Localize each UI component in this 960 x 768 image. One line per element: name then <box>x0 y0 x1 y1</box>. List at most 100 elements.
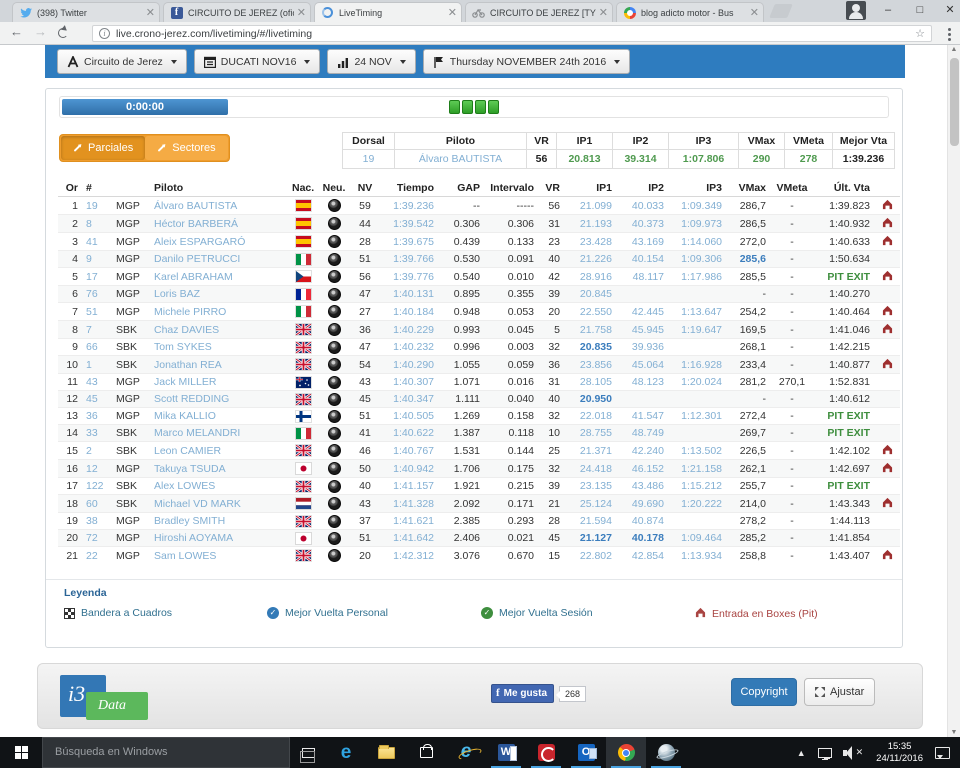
copyright-button[interactable]: Copyright <box>731 678 797 706</box>
cell-pilot[interactable]: Michele PIRRO <box>150 303 288 321</box>
cell-num[interactable]: 1 <box>82 356 112 374</box>
cell-num[interactable]: 76 <box>82 286 112 303</box>
tray-expand-icon[interactable]: ▲ <box>790 748 812 758</box>
browser-tab[interactable]: CIRCUITO DE JEREZ [TYP✕ <box>465 2 613 22</box>
tab-close-icon[interactable]: ✕ <box>297 6 306 19</box>
browser-tab[interactable]: LiveTiming✕ <box>314 2 462 22</box>
cell-vmeta: - <box>770 197 814 215</box>
forward-icon[interactable]: → <box>34 24 47 39</box>
taskbar-app-store[interactable] <box>406 737 446 768</box>
tab-close-icon[interactable]: ✕ <box>750 6 759 19</box>
cell-num[interactable]: 51 <box>82 303 112 321</box>
network-icon[interactable] <box>818 748 832 758</box>
cell-num[interactable]: 8 <box>82 215 112 233</box>
cell-num[interactable]: 66 <box>82 339 112 356</box>
reload-icon[interactable] <box>58 28 68 38</box>
cell-pilot[interactable]: Leon CAMIER <box>150 442 288 460</box>
volume-muted-icon[interactable]: ✕ <box>843 746 863 760</box>
info-icon[interactable]: i <box>99 28 110 39</box>
cell-pilot[interactable]: Marco MELANDRI <box>150 425 288 442</box>
cell-pilot[interactable]: Scott REDDING <box>150 391 288 408</box>
cell-pilot[interactable]: Michael VD MARK <box>150 495 288 513</box>
cell-nat <box>288 495 318 513</box>
scrollbar-thumb[interactable] <box>950 58 959 146</box>
cell-num[interactable]: 7 <box>82 321 112 339</box>
cell-pilot[interactable]: Aleix ESPARGARÓ <box>150 233 288 251</box>
new-tab-button[interactable] <box>769 4 793 18</box>
cell-pilot[interactable]: Hiroshi AOYAMA <box>150 530 288 547</box>
taskbar-app-planet[interactable] <box>646 737 686 768</box>
cell-num[interactable]: 41 <box>82 233 112 251</box>
action-center-icon[interactable] <box>935 747 950 759</box>
taskbar-search-input[interactable]: Búsqueda en Windows <box>42 737 290 768</box>
cell-num[interactable]: 2 <box>82 442 112 460</box>
cell-pilot[interactable]: Tom SYKES <box>150 339 288 356</box>
cell-num[interactable]: 43 <box>82 374 112 391</box>
facebook-like-button[interactable]: f Me gusta <box>491 684 554 703</box>
window-minimize-button[interactable]: – <box>874 0 902 21</box>
summary-value-cell[interactable]: Álvaro BAUTISTA <box>395 150 527 169</box>
cell-pilot[interactable]: Alex LOWES <box>150 478 288 495</box>
window-maximize-button[interactable]: □ <box>906 0 934 21</box>
filter-dropdown-circuit[interactable]: Circuito de Jerez <box>57 49 187 74</box>
cell-pilot[interactable]: Sam LOWES <box>150 547 288 565</box>
cell-num[interactable]: 36 <box>82 408 112 425</box>
cell-ip3 <box>668 425 726 442</box>
taskbar-app-word[interactable]: W <box>486 737 526 768</box>
filter-dropdown-signal[interactable]: 24 NOV <box>327 49 415 74</box>
cell-pilot[interactable]: Jack MILLER <box>150 374 288 391</box>
taskbar-app-outlook[interactable]: O <box>566 737 606 768</box>
sectores-button[interactable]: Sectores <box>145 136 227 160</box>
browser-tab[interactable]: blog adicto motor - Bus✕ <box>616 2 764 22</box>
window-close-button[interactable]: ✕ <box>936 0 960 21</box>
cell-num[interactable]: 19 <box>82 197 112 215</box>
cell-pilot[interactable]: Danilo PETRUCCI <box>150 251 288 268</box>
tab-close-icon[interactable]: ✕ <box>448 6 457 19</box>
filter-dropdown-flag[interactable]: Thursday NOVEMBER 24th 2016 <box>423 49 630 74</box>
page-scrollbar[interactable]: ▲ ▼ <box>947 45 960 737</box>
cell-pilot[interactable]: Chaz DAVIES <box>150 321 288 339</box>
back-icon[interactable]: ← <box>10 24 23 39</box>
taskbar-app-edge[interactable]: e <box>326 737 366 768</box>
cell-num[interactable]: 60 <box>82 495 112 513</box>
taskbar-app-adobe[interactable] <box>526 737 566 768</box>
cell-num[interactable]: 22 <box>82 547 112 565</box>
cell-num[interactable]: 12 <box>82 460 112 478</box>
profile-icon[interactable] <box>846 1 866 20</box>
scroll-down-icon[interactable]: ▼ <box>948 729 960 736</box>
cell-pilot[interactable]: Héctor BARBERÁ <box>150 215 288 233</box>
tab-close-icon[interactable]: ✕ <box>599 6 608 19</box>
taskbar-app-ie[interactable]: e <box>446 737 486 768</box>
bookmark-star-icon[interactable]: ☆ <box>915 27 925 40</box>
cell-pilot[interactable]: Loris BAZ <box>150 286 288 303</box>
adjust-button[interactable]: Ajustar <box>804 678 875 706</box>
taskbar-app-chrome[interactable] <box>606 737 646 768</box>
cell-pilot[interactable]: Karel ABRAHAM <box>150 268 288 286</box>
scroll-up-icon[interactable]: ▲ <box>948 46 960 53</box>
cell-pilot[interactable]: Álvaro BAUTISTA <box>150 197 288 215</box>
tab-close-icon[interactable]: ✕ <box>146 6 155 19</box>
cell-pilot[interactable]: Mika KALLIO <box>150 408 288 425</box>
cell-pilot[interactable]: Jonathan REA <box>150 356 288 374</box>
url-input[interactable]: i live.crono-jerez.com/livetiming/#/live… <box>92 25 932 42</box>
task-view-button[interactable] <box>290 737 326 768</box>
cell-num[interactable]: 33 <box>82 425 112 442</box>
browser-tab[interactable]: fCIRCUITO DE JEREZ (ofic✕ <box>163 2 311 22</box>
cell-num[interactable]: 38 <box>82 513 112 530</box>
taskbar-clock[interactable]: 15:35 24/11/2016 <box>876 741 923 765</box>
cell-num[interactable]: 45 <box>82 391 112 408</box>
cell-num[interactable]: 122 <box>82 478 112 495</box>
cell-num[interactable]: 17 <box>82 268 112 286</box>
browser-menu-icon[interactable] <box>948 28 951 31</box>
cell-num[interactable]: 72 <box>82 530 112 547</box>
browser-tab[interactable]: (398) Twitter✕ <box>12 2 160 22</box>
filter-dropdown-calendar[interactable]: DUCATI NOV16 <box>194 49 321 74</box>
cell-num[interactable]: 9 <box>82 251 112 268</box>
summary-value-cell[interactable]: 19 <box>343 150 395 169</box>
taskbar-app-explorer[interactable] <box>366 737 406 768</box>
cell-pilot[interactable]: Bradley SMITH <box>150 513 288 530</box>
cell-pilot[interactable]: Takuya TSUDA <box>150 460 288 478</box>
legend-title: Leyenda <box>64 587 107 599</box>
parciales-button[interactable]: Parciales <box>61 136 145 160</box>
start-button[interactable] <box>0 737 42 768</box>
